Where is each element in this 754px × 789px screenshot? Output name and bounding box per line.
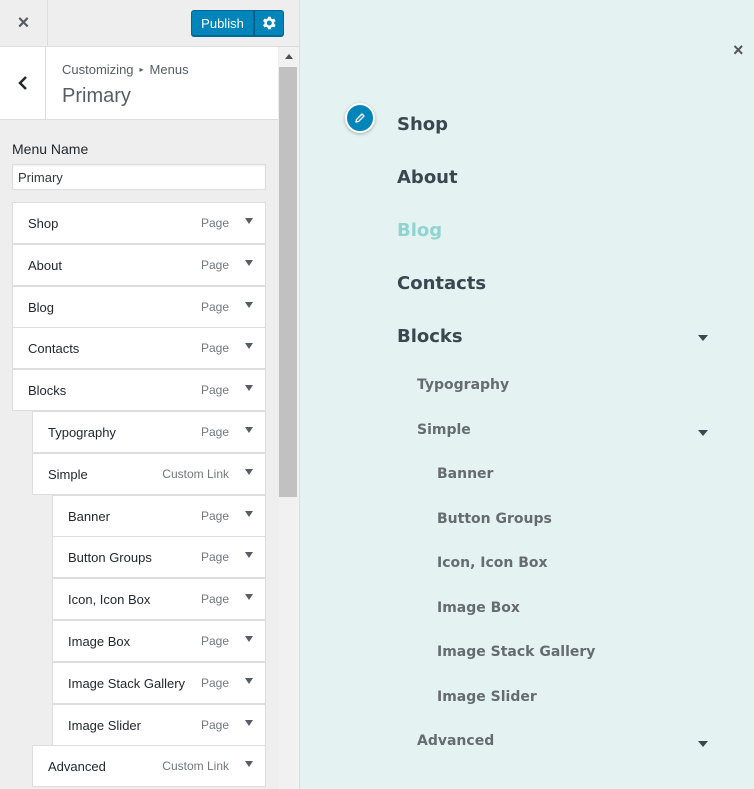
menu-item-title: Button Groups (68, 550, 152, 565)
publish-button[interactable]: Publish (191, 10, 254, 36)
menu-item-type: Page (200, 300, 229, 314)
menu-name-label: Menu Name (12, 141, 89, 157)
menu-item[interactable]: Advanced Custom Link (32, 745, 266, 787)
sidebar-scrollbar[interactable] (279, 47, 299, 789)
menu-item[interactable]: Blocks Page (12, 369, 266, 411)
menu-item-title: Banner (68, 509, 110, 524)
menu-item-title: Image Stack Gallery (68, 676, 186, 691)
preview-close-icon[interactable]: × (733, 40, 744, 61)
menu-item[interactable]: Banner Page (52, 495, 266, 537)
customizer-header: × Publish (0, 0, 299, 47)
close-customizer-button[interactable]: × (0, 0, 48, 46)
close-icon: × (17, 11, 30, 34)
menu-item-type: Page (200, 509, 229, 523)
scroll-up-arrow-icon (285, 54, 293, 59)
preview-nav-link[interactable]: Simple (417, 422, 471, 438)
submenu-caret-icon[interactable] (698, 741, 708, 747)
menu-item[interactable]: Image Stack Gallery Page (52, 662, 266, 704)
menu-item-toggle-icon[interactable] (245, 594, 253, 600)
preview-nav-link[interactable]: Button Groups (437, 511, 552, 527)
menu-item[interactable]: Shop Page (12, 202, 266, 244)
menu-item[interactable]: Icon, Icon Box Page (52, 578, 266, 620)
menu-item-toggle-icon[interactable] (245, 761, 253, 767)
menu-item-type: Page (200, 341, 229, 355)
menu-item[interactable]: Typography Page (32, 411, 266, 453)
menu-item-type: Page (200, 425, 229, 439)
preview-nav-link[interactable]: Image Stack Gallery (437, 644, 595, 660)
menu-item-toggle-icon[interactable] (245, 511, 253, 517)
menu-item[interactable]: Contacts Page (12, 327, 266, 369)
menu-item[interactable]: Button Groups Page (52, 536, 266, 578)
menu-item-toggle-icon[interactable] (245, 260, 253, 266)
menu-item-toggle-icon[interactable] (245, 552, 253, 558)
preview-nav-link[interactable]: Contacts (397, 273, 486, 294)
menu-item-toggle-icon[interactable] (245, 427, 253, 433)
menu-item[interactable]: About Page (12, 244, 266, 286)
breadcrumb-root: Customizing (62, 62, 134, 77)
customizer-sidebar: × Publish Customizing ▸ Menus Primary Menu… (0, 0, 300, 789)
menu-item-toggle-icon[interactable] (245, 218, 253, 224)
menu-item-title: Simple (48, 467, 88, 482)
breadcrumb-section: Menus (149, 62, 189, 77)
menu-item[interactable]: Image Slider Page (52, 704, 266, 746)
breadcrumb: Customizing ▸ Menus (62, 62, 189, 77)
menu-name-input[interactable] (12, 164, 266, 190)
menu-item-type: Page (200, 718, 229, 732)
menu-item-type: Page (200, 258, 229, 272)
menu-item-title: Icon, Icon Box (68, 592, 151, 607)
menu-item[interactable]: Blog Page (12, 286, 266, 328)
preview-nav-link[interactable]: Blocks (397, 326, 463, 347)
menu-item-type: Custom Link (162, 759, 229, 773)
preview-nav-link[interactable]: Icon, Icon Box (437, 555, 548, 571)
menu-item-title: Image Box (68, 634, 131, 649)
menu-item-toggle-icon[interactable] (245, 469, 253, 475)
panel-title: Primary (62, 85, 131, 107)
menu-item-title: Image Slider (68, 718, 141, 733)
gear-icon (263, 16, 276, 30)
menu-item-title: Shop (28, 216, 59, 231)
menu-item[interactable]: Image Box Page (52, 620, 266, 662)
menu-item-title: Blog (28, 300, 55, 315)
menu-item-title: Advanced (48, 759, 106, 774)
menu-item-toggle-icon[interactable] (245, 636, 253, 642)
edit-menu-shortcut[interactable] (345, 103, 375, 133)
publish-settings-button[interactable] (254, 10, 284, 36)
menu-item-toggle-icon[interactable] (245, 385, 253, 391)
back-button[interactable] (0, 47, 46, 119)
preview-nav-link[interactable]: About (397, 167, 458, 188)
scroll-up-button[interactable] (279, 47, 299, 65)
chevron-left-icon (17, 76, 27, 90)
scrollbar-thumb[interactable] (279, 67, 297, 497)
menu-item-title: Typography (48, 425, 116, 440)
submenu-caret-icon[interactable] (698, 430, 708, 436)
menu-item-title: Blocks (28, 383, 67, 398)
preview-nav-link[interactable]: Advanced (417, 733, 494, 749)
pencil-icon (355, 113, 365, 123)
preview-nav-link[interactable]: Typography (417, 377, 509, 393)
menu-item-type: Page (200, 592, 229, 606)
menu-item-toggle-icon[interactable] (245, 678, 253, 684)
menu-item-toggle-icon[interactable] (245, 720, 253, 726)
submenu-caret-icon[interactable] (698, 335, 708, 341)
menu-item-type: Custom Link (162, 467, 229, 481)
menu-item-toggle-icon[interactable] (245, 302, 253, 308)
preview-nav-link[interactable]: Shop (397, 114, 448, 135)
menu-item-title: Contacts (28, 341, 80, 356)
menu-item-type: Page (200, 216, 229, 230)
preview-nav-link[interactable]: Banner (437, 466, 493, 482)
menu-item-type: Page (200, 676, 229, 690)
site-preview: × Shop About Blog Contacts Blocks Typography S… (300, 0, 754, 789)
menu-item-type: Page (200, 634, 229, 648)
preview-nav-link[interactable]: Image Slider (437, 689, 537, 705)
preview-nav-link[interactable]: Blog (397, 220, 442, 241)
panel-header: Customizing ▸ Menus Primary (0, 47, 278, 120)
menu-item-type: Page (200, 550, 229, 564)
menu-item[interactable]: Simple Custom Link (32, 453, 266, 495)
menu-item-title: About (28, 258, 62, 273)
preview-nav-link[interactable]: Image Box (437, 600, 520, 616)
breadcrumb-separator-icon: ▸ (139, 65, 144, 74)
menu-item-toggle-icon[interactable] (245, 343, 253, 349)
menu-item-type: Page (200, 383, 229, 397)
